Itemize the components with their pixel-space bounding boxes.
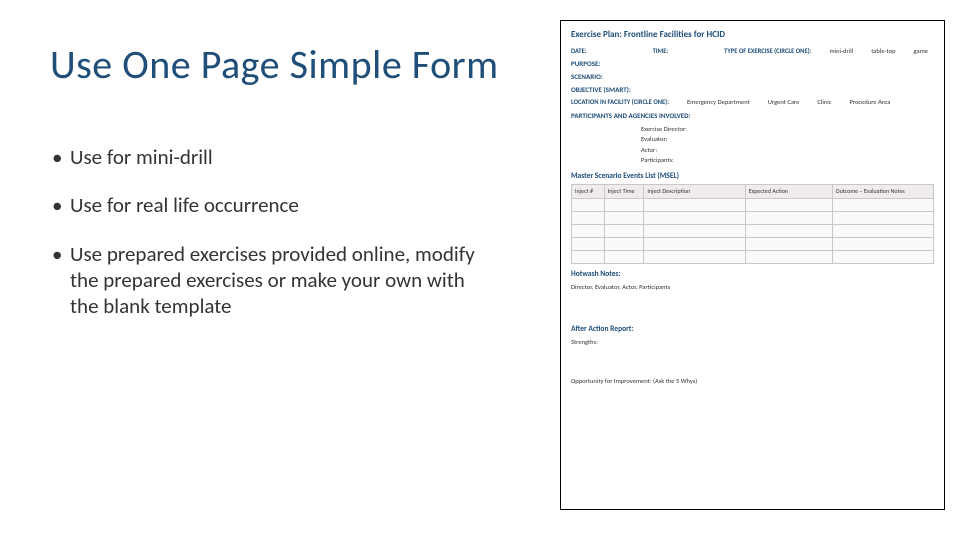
location-option: Urgent Care (768, 98, 800, 106)
slide-title: Use One Page Simple Form (50, 40, 540, 89)
form-title: Exercise Plan: Frontline Facilities for … (571, 29, 934, 41)
msel-col: Outcome – Evaluation Notes (832, 185, 933, 199)
msel-col: Inject # (572, 185, 605, 199)
roles-list: Exercise Director: Evaluator: Actor: Par… (641, 124, 934, 166)
location-option: Procedure Area (849, 98, 890, 106)
table-row (572, 199, 934, 212)
aar-strengths: Strengths: (571, 338, 934, 346)
type-label: TYPE OF EXERCISE (CIRCLE ONE): (724, 47, 811, 55)
role-line: Actor: (641, 145, 934, 155)
table-row (572, 251, 934, 264)
role-line: Evaluator: (641, 134, 934, 144)
time-label: TIME: (653, 47, 669, 55)
location-option: Emergency Department (687, 98, 750, 106)
hotwash-heading: Hotwash Notes: (571, 270, 934, 280)
purpose-label: PURPOSE: (571, 59, 600, 68)
role-line: Exercise Director: (641, 124, 934, 134)
date-label: DATE: (571, 47, 587, 55)
bullet-item: Use for real life occurrence (50, 192, 480, 218)
aar-heading: After Action Report: (571, 325, 934, 335)
form-row-date-time-type: DATE: TIME: TYPE OF EXERCISE (CIRCLE ONE… (571, 47, 934, 55)
objective-label: OBJECTIVE (SMART): (571, 85, 631, 94)
msel-col: Inject Description (644, 185, 745, 199)
form-preview-column: Exercise Plan: Frontline Facilities for … (560, 0, 960, 540)
exercise-plan-form: Exercise Plan: Frontline Facilities for … (560, 20, 945, 510)
msel-col: Inject Time (604, 185, 644, 199)
table-row (572, 225, 934, 238)
bullet-item: Use for mini-drill (50, 144, 480, 170)
type-option: table-top (871, 47, 895, 55)
type-option: mini-drill (829, 47, 853, 55)
participants-label: PARTICIPANTS AND AGENCIES INVOLVED: (571, 111, 691, 120)
slide-text-column: Use One Page Simple Form Use for mini-dr… (0, 0, 560, 540)
location-label: LOCATION IN FACILITY (CIRCLE ONE): (571, 98, 669, 106)
bullet-list: Use for mini-drill Use for real life occ… (50, 144, 540, 319)
hotwash-sub: Director, Evaluator, Actor, Participants (571, 283, 934, 291)
role-line: Participants: (641, 155, 934, 165)
scenario-label: SCENARIO: (571, 72, 603, 81)
msel-col: Expected Action (745, 185, 832, 199)
type-option: game (914, 47, 928, 55)
msel-table: Inject # Inject Time Inject Description … (571, 184, 934, 264)
table-row (572, 212, 934, 225)
msel-heading: Master Scenario Events List (MSEL) (571, 172, 934, 182)
bullet-item: Use prepared exercises provided online, … (50, 241, 480, 320)
table-row (572, 238, 934, 251)
aar-opportunity: Opportunity for Improvement: (Ask the 5 … (571, 377, 934, 385)
form-row-location: LOCATION IN FACILITY (CIRCLE ONE): Emerg… (571, 98, 934, 106)
location-option: Clinic (817, 98, 831, 106)
